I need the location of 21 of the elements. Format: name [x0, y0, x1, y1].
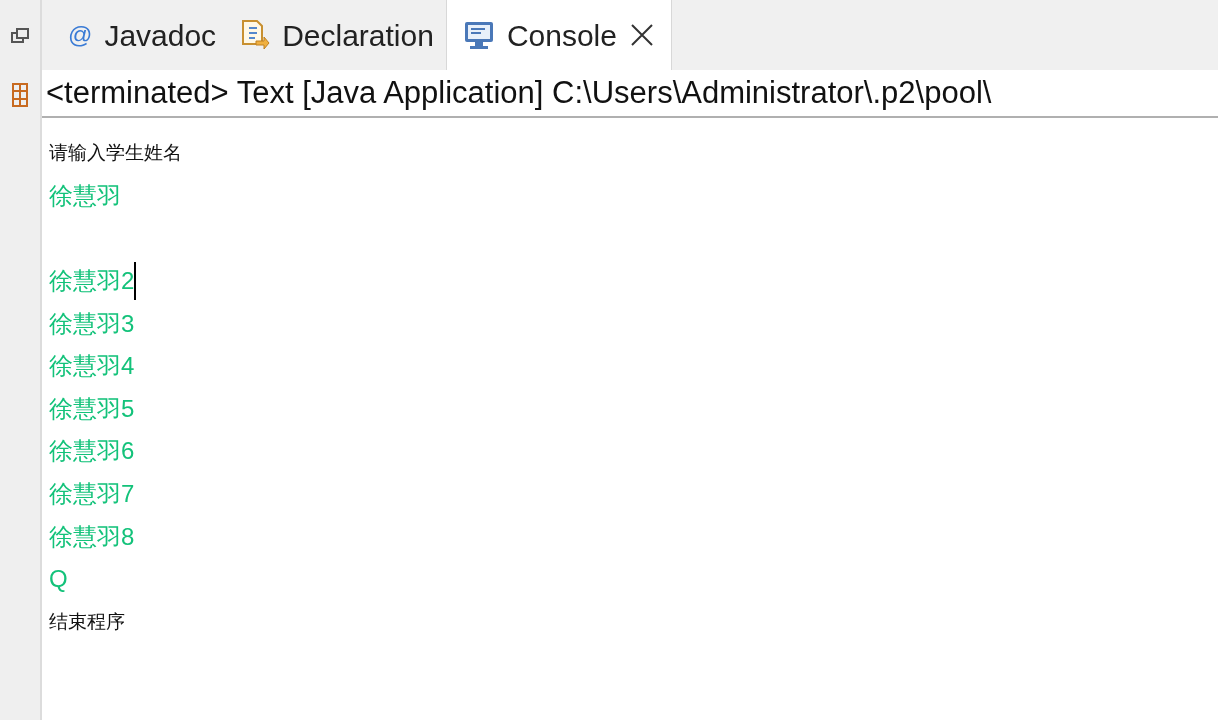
- console-line: 徐慧羽: [49, 180, 121, 211]
- console-line: 徐慧羽8: [49, 521, 135, 552]
- console-title: <terminated> Text [Java Application] C:\Users\Administrator\.p2\pool\: [42, 70, 1218, 118]
- console-line: 徐慧羽4: [49, 351, 135, 382]
- console-line: 徐慧羽7: [49, 479, 135, 510]
- tab[interactable]: Console: [445, 0, 672, 70]
- grid-icon[interactable]: [11, 82, 29, 108]
- close-icon[interactable]: [628, 22, 655, 48]
- console-line: 请输入学生姓名: [49, 141, 182, 166]
- tab[interactable]: @ Javadoc: [56, 0, 229, 70]
- monitor-icon: [462, 20, 495, 50]
- document-arrow-icon: [240, 19, 271, 51]
- console-line: 徐慧羽2: [49, 262, 137, 301]
- console-line: 徐慧羽5: [49, 393, 135, 424]
- console-line: 徐慧羽6: [49, 436, 135, 467]
- console-line: Q: [49, 564, 68, 595]
- tab[interactable]: Declaration: [228, 0, 446, 70]
- windows-icon[interactable]: [11, 28, 29, 46]
- at-sign-icon: @: [68, 23, 93, 47]
- console-line: 徐慧羽3: [49, 308, 135, 339]
- console-line: 结束程序: [49, 609, 125, 634]
